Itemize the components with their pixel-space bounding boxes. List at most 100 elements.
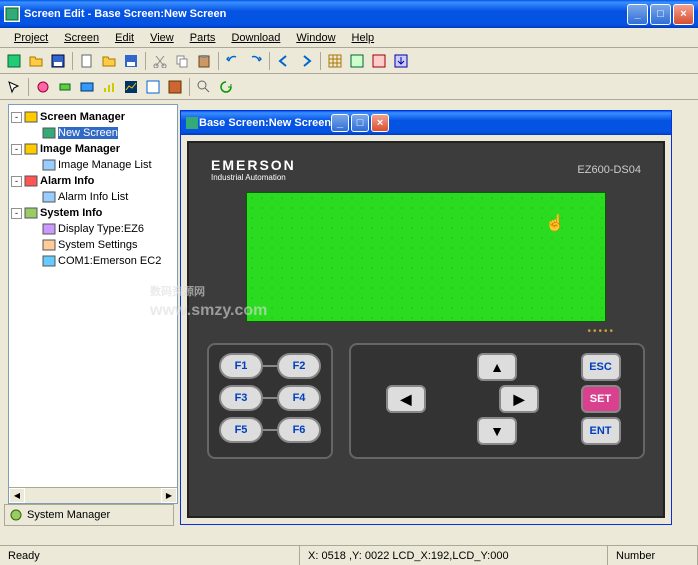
menu-parts[interactable]: Parts <box>182 30 224 46</box>
f4-key[interactable]: F4 <box>277 385 321 411</box>
tree-toggle[interactable]: - <box>11 144 22 155</box>
tree-node[interactable]: System Settings <box>11 237 175 253</box>
system-manager-tab[interactable]: System Manager <box>4 504 174 526</box>
tree-label[interactable]: Alarm Info List <box>58 191 128 203</box>
menu-screen[interactable]: Screen <box>56 30 107 46</box>
tree-toggle[interactable]: - <box>11 112 22 123</box>
next-button[interactable] <box>296 51 316 71</box>
separator <box>269 52 270 70</box>
tree-node[interactable]: - System Info <box>11 205 175 221</box>
tree-node[interactable]: - Image Manager <box>11 141 175 157</box>
pointer-button[interactable] <box>4 77 24 97</box>
open-screen-button[interactable] <box>99 51 119 71</box>
tree-panel: - Screen Manager New Screen - Image Manager I… <box>8 104 178 504</box>
numeric-button[interactable] <box>77 77 97 97</box>
maximize-button[interactable]: □ <box>650 4 671 25</box>
new-project-button[interactable] <box>4 51 24 71</box>
child-close-button[interactable]: × <box>371 114 389 132</box>
image-button[interactable] <box>165 77 185 97</box>
preview-button[interactable] <box>369 51 389 71</box>
trend-button[interactable] <box>121 77 141 97</box>
function-key-panel: F1 F2 F3 F4 F5 F6 <box>207 343 333 459</box>
tree-node[interactable]: - Alarm Info <box>11 173 175 189</box>
statusbar: Ready X: 0518 ,Y: 0022 LCD_X:192,LCD_Y:0… <box>0 545 698 565</box>
hmi-device-preview: EMERSON Industrial Automation EZ600-DS04… <box>187 141 665 518</box>
lamp-button[interactable] <box>33 77 53 97</box>
menu-download[interactable]: Download <box>223 30 288 46</box>
f1-key[interactable]: F1 <box>219 353 263 379</box>
left-arrow-key[interactable]: ◀ <box>386 385 426 413</box>
tree-node[interactable]: - Screen Manager <box>11 109 175 125</box>
new-screen-button[interactable] <box>77 51 97 71</box>
tree-toggle[interactable]: - <box>11 208 22 219</box>
child-window-controls: _ □ × <box>331 114 389 132</box>
open-button[interactable] <box>26 51 46 71</box>
up-arrow-key[interactable]: ▲ <box>477 353 517 381</box>
zoom-button[interactable] <box>194 77 214 97</box>
menu-help[interactable]: Help <box>344 30 383 46</box>
tree-label[interactable]: Screen Manager <box>40 111 125 123</box>
tree-node[interactable]: Alarm Info List <box>11 189 175 205</box>
refresh-button[interactable] <box>216 77 236 97</box>
tree-node[interactable]: New Screen <box>11 125 175 141</box>
save-screen-button[interactable] <box>121 51 141 71</box>
com-icon <box>42 254 56 268</box>
undo-button[interactable] <box>223 51 243 71</box>
set-key[interactable]: SET <box>581 385 621 413</box>
scroll-right-button[interactable]: ▶ <box>161 488 177 503</box>
tree-label[interactable]: Image Manage List <box>58 159 152 171</box>
copy-button[interactable] <box>172 51 192 71</box>
f6-key[interactable]: F6 <box>277 417 321 443</box>
redo-button[interactable] <box>245 51 265 71</box>
esc-key[interactable]: ESC <box>581 353 621 381</box>
ent-key[interactable]: ENT <box>581 417 621 445</box>
display-icon <box>42 222 56 236</box>
toolbar-parts <box>0 74 698 100</box>
menu-project[interactable]: Project <box>6 30 56 46</box>
menu-view[interactable]: View <box>142 30 182 46</box>
save-project-button[interactable] <box>48 51 68 71</box>
tree-label[interactable]: Alarm Info <box>40 175 94 187</box>
f2-key[interactable]: F2 <box>277 353 321 379</box>
tree-label[interactable]: Display Type:EZ6 <box>58 223 144 235</box>
cut-button[interactable] <box>150 51 170 71</box>
separator <box>218 52 219 70</box>
minimize-button[interactable]: _ <box>627 4 648 25</box>
tree-label[interactable]: System Info <box>40 207 102 219</box>
close-button[interactable]: × <box>673 4 694 25</box>
brand-label: EMERSON <box>211 157 296 173</box>
f3-key[interactable]: F3 <box>219 385 263 411</box>
layout-button[interactable] <box>347 51 367 71</box>
tree-toggle[interactable]: - <box>11 176 22 187</box>
child-minimize-button[interactable]: _ <box>331 114 349 132</box>
bar-button[interactable] <box>99 77 119 97</box>
lcd-screen-canvas[interactable]: ☝ <box>246 192 606 322</box>
menu-edit[interactable]: Edit <box>107 30 142 46</box>
toolbar-file <box>0 48 698 74</box>
scroll-track[interactable] <box>25 488 161 503</box>
text-button[interactable] <box>143 77 163 97</box>
tree-label[interactable]: COM1:Emerson EC2 <box>58 255 161 267</box>
f5-key[interactable]: F5 <box>219 417 263 443</box>
right-arrow-key[interactable]: ▶ <box>499 385 539 413</box>
model-label: EZ600-DS04 <box>577 164 641 176</box>
tree-label[interactable]: System Settings <box>58 239 137 251</box>
prev-button[interactable] <box>274 51 294 71</box>
tree-label[interactable]: New Screen <box>58 127 118 139</box>
horizontal-scrollbar[interactable]: ◀ ▶ <box>9 487 177 503</box>
paste-button[interactable] <box>194 51 214 71</box>
switch-button[interactable] <box>55 77 75 97</box>
download-button[interactable] <box>391 51 411 71</box>
grid-button[interactable] <box>325 51 345 71</box>
tree-label[interactable]: Image Manager <box>40 143 120 155</box>
down-arrow-key[interactable]: ▼ <box>477 417 517 445</box>
tree-node[interactable]: Display Type:EZ6 <box>11 221 175 237</box>
hmi-header: EMERSON Industrial Automation EZ600-DS04 <box>197 151 655 192</box>
tree-node[interactable]: Image Manage List <box>11 157 175 173</box>
scroll-left-button[interactable]: ◀ <box>9 488 25 503</box>
child-window-icon <box>185 116 199 130</box>
tree-node[interactable]: COM1:Emerson EC2 <box>11 253 175 269</box>
nav-key-panel: ▲ ESC ◀ ▶ SET ▼ ENT <box>349 343 645 459</box>
child-maximize-button[interactable]: □ <box>351 114 369 132</box>
menu-window[interactable]: Window <box>288 30 343 46</box>
